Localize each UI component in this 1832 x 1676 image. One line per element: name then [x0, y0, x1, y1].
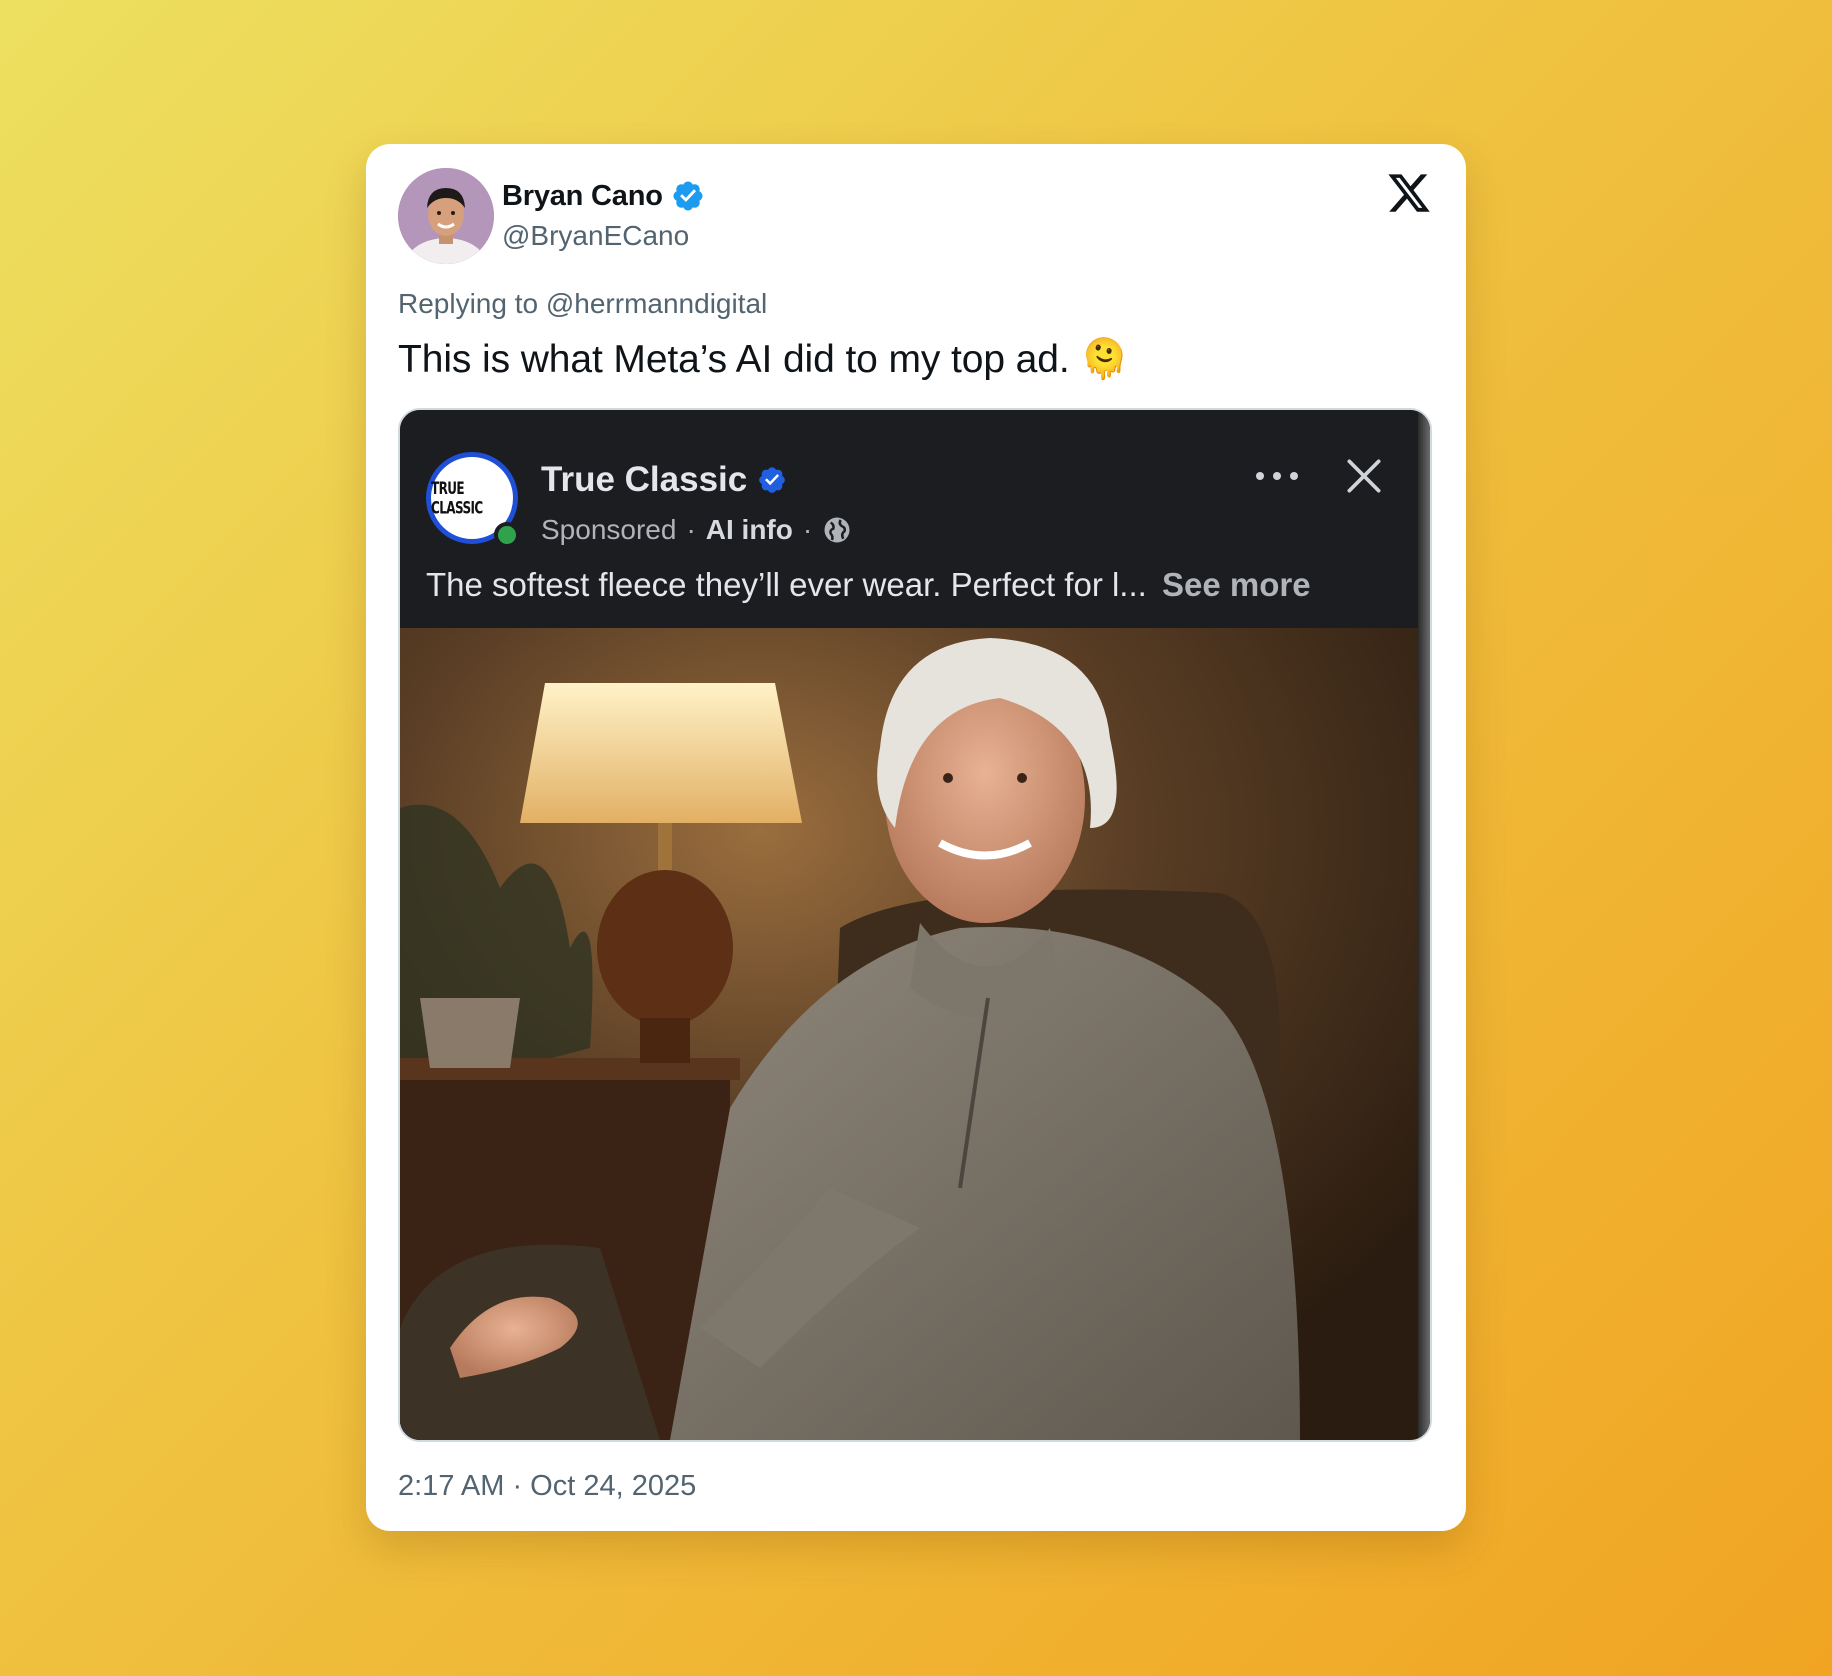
ad-caption: The softest fleece they’ll ever wear. Pe…	[426, 566, 1311, 604]
ad-page-name[interactable]: True Classic	[541, 460, 747, 500]
close-icon[interactable]	[1342, 454, 1386, 498]
meta-separator-2: ·	[802, 514, 813, 545]
avatar[interactable]	[398, 168, 494, 264]
meta-separator: ·	[686, 514, 696, 545]
see-more-link[interactable]: See more	[1162, 566, 1311, 603]
more-options-icon[interactable]	[1256, 466, 1298, 486]
logo-text: TRUE CLASSIC	[431, 478, 483, 518]
verified-badge-icon	[673, 181, 703, 211]
fb-verified-badge-icon	[759, 467, 786, 493]
avatar-image	[398, 168, 494, 264]
tweet-timestamp[interactable]: 2:17 AM · Oct 24, 2025	[398, 1470, 696, 1503]
replying-to[interactable]: Replying to @herrmanndigital	[398, 288, 767, 320]
x-logo-icon[interactable]	[1386, 170, 1432, 216]
ad-photo-elderly-woman	[400, 628, 1430, 1440]
globe-icon	[824, 517, 850, 543]
author-handle[interactable]: @BryanECano	[502, 220, 705, 252]
ad-page-row: True Classic	[541, 460, 787, 500]
tweet-media[interactable]: TRUE CLASSIC True Classic Sponsored · AI…	[398, 408, 1432, 1442]
ad-meta-row: Sponsored · AI info ·	[541, 514, 852, 546]
author-name[interactable]: Bryan Cano	[502, 180, 663, 213]
author-block: Bryan Cano @BryanECano	[502, 178, 705, 252]
tweet-text: This is what Meta’s AI did to my top ad.…	[398, 338, 1129, 381]
ai-info-link[interactable]: AI info	[706, 514, 793, 546]
ad-caption-text: The softest fleece they’ll ever wear. Pe…	[426, 566, 1147, 603]
facebook-ad-header: TRUE CLASSIC True Classic Sponsored · AI…	[400, 410, 1430, 628]
tweet-card: Bryan Cano @BryanECano Replying to @herr…	[366, 144, 1466, 1531]
online-status-dot	[494, 522, 520, 548]
sponsored-label: Sponsored	[541, 514, 677, 545]
media-edge-strip	[1418, 410, 1430, 1440]
